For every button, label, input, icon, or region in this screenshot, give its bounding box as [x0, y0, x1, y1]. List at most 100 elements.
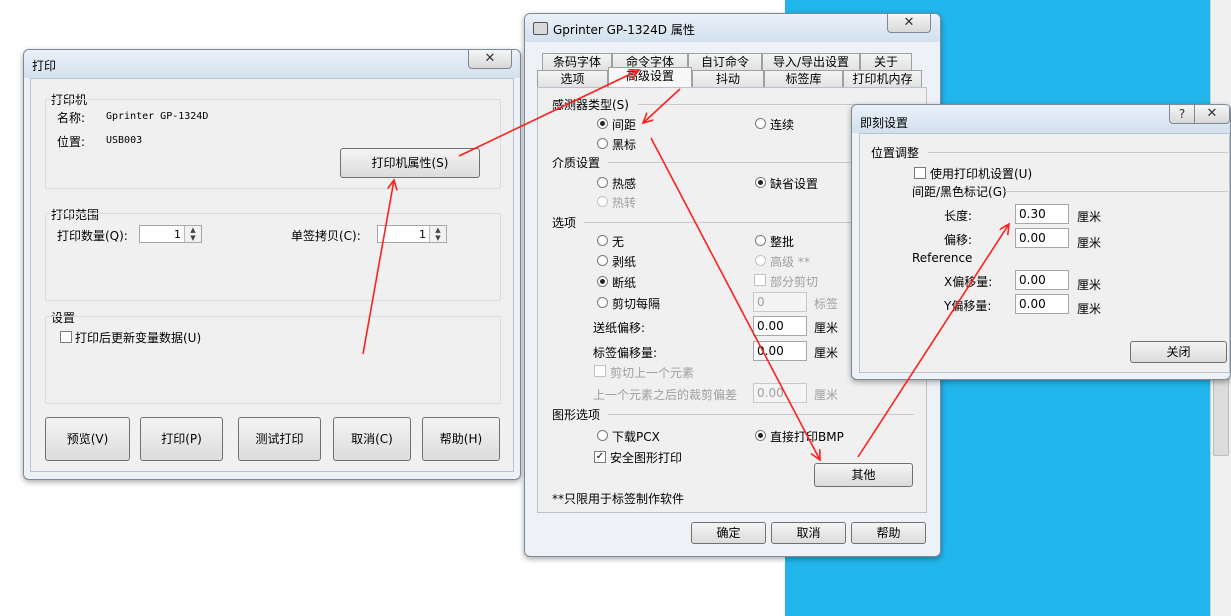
- opt-batch-radio[interactable]: [755, 235, 766, 246]
- x-offset-input[interactable]: 0.00: [1015, 270, 1069, 290]
- position-group-line: [928, 152, 1228, 153]
- close-button[interactable]: 关闭: [1130, 341, 1227, 363]
- tab-import-export[interactable]: 导入/导出设置: [762, 53, 860, 70]
- properties-dialog-title: Gprinter GP-1324D 属性: [553, 23, 695, 37]
- test-print-button[interactable]: 测试打印: [238, 417, 321, 461]
- media-thermal-radio[interactable]: [597, 177, 608, 188]
- sensor-gap-radio[interactable]: [597, 118, 608, 129]
- cancel-button[interactable]: 取消: [771, 522, 846, 544]
- footnote: **只限用于标签制作软件: [552, 492, 685, 506]
- feed-offset-input[interactable]: 0.00: [753, 316, 807, 336]
- print-dialog-title: 打印: [32, 59, 57, 73]
- opt-cut-every-label[interactable]: 剪切每隔: [612, 295, 660, 312]
- sensor-continuous-label[interactable]: 连续: [770, 116, 794, 133]
- label-offset-input[interactable]: 0.00: [753, 341, 807, 361]
- close-icon[interactable]: ✕: [468, 50, 512, 69]
- offset-unit: 厘米: [1077, 236, 1102, 250]
- y-offset-input[interactable]: 0.00: [1015, 294, 1069, 314]
- copies-value: 1: [419, 228, 426, 241]
- offset-input[interactable]: 0.00: [1015, 228, 1069, 248]
- offset-label: 偏移:: [944, 233, 973, 247]
- y-offset-unit: 厘米: [1077, 302, 1102, 316]
- other-button[interactable]: 其他: [814, 463, 913, 487]
- cut-prev-label: 剪切上一个元素: [610, 366, 695, 380]
- immediate-settings-dialog: 即刻设置 ? ✕ 位置调整 使用打印机设置(U) 间距/黑色标记(G) 长度: …: [851, 104, 1231, 380]
- label-offset-label: 标签偏移量:: [593, 346, 658, 360]
- print-button[interactable]: 打印(P): [140, 417, 223, 461]
- media-default-label[interactable]: 缺省设置: [770, 175, 818, 192]
- label-offset-unit: 厘米: [814, 346, 839, 360]
- gfx-bmp-radio[interactable]: [755, 430, 766, 441]
- opt-tear-label[interactable]: 断纸: [612, 274, 636, 291]
- cut-after-unit: 厘米: [814, 388, 839, 402]
- spinner-arrows-icon[interactable]: ▲ ▼: [184, 226, 201, 242]
- gfx-bmp-label[interactable]: 直接打印BMP: [770, 428, 844, 445]
- gap-group-label: 间距/黑色标记(G): [912, 185, 1007, 199]
- tab-label-library[interactable]: 标签库: [764, 70, 843, 87]
- tab-printer-memory[interactable]: 打印机内存: [843, 70, 922, 87]
- sensor-black-mark-label[interactable]: 黑标: [612, 136, 636, 153]
- opt-batch-label[interactable]: 整批: [770, 233, 794, 250]
- use-printer-settings-label[interactable]: 使用打印机设置(U): [930, 165, 1032, 182]
- opt-cut-every-radio[interactable]: [597, 297, 608, 308]
- use-printer-settings-checkbox[interactable]: [914, 167, 926, 179]
- x-offset-label: X偏移量:: [944, 275, 993, 289]
- tab-dither[interactable]: 抖动: [692, 70, 764, 87]
- length-input[interactable]: 0.30: [1015, 204, 1069, 224]
- tab-about[interactable]: 关于: [860, 53, 912, 70]
- media-thermal-label[interactable]: 热感: [612, 175, 636, 192]
- sensor-group-label: 感测器类型(S): [552, 98, 629, 112]
- position-group-label: 位置调整: [871, 146, 920, 160]
- options-group-label: 选项: [552, 216, 577, 230]
- tab-advanced-settings[interactable]: 高级设置: [608, 67, 692, 87]
- spinner-arrows-icon[interactable]: ▲ ▼: [429, 226, 446, 242]
- gfx-safe-checkbox[interactable]: ✓: [594, 451, 606, 463]
- immediate-settings-title: 即刻设置: [860, 116, 909, 130]
- opt-peel-radio[interactable]: [597, 255, 608, 266]
- printer-location-value: USB003: [106, 135, 143, 146]
- printer-properties-button[interactable]: 打印机属性(S): [340, 148, 480, 178]
- help-button[interactable]: 帮助: [851, 522, 926, 544]
- cancel-button[interactable]: 取消(C): [333, 417, 411, 461]
- tab-custom-command[interactable]: 自订命令: [688, 53, 762, 70]
- media-group-label: 介质设置: [552, 156, 601, 170]
- update-vars-label[interactable]: 打印后更新变量数据(U): [75, 329, 201, 346]
- reference-label: Reference: [912, 251, 973, 265]
- copies-stepper[interactable]: 1 ▲ ▼: [377, 225, 447, 243]
- sensor-black-mark-radio[interactable]: [597, 138, 608, 149]
- print-dialog-titlebar[interactable]: [24, 50, 520, 78]
- gfx-pcx-radio[interactable]: [597, 430, 608, 441]
- update-vars-checkbox[interactable]: [60, 331, 72, 343]
- sensor-continuous-radio[interactable]: [755, 118, 766, 129]
- media-transfer-radio: [597, 196, 608, 207]
- close-icon[interactable]: ✕: [887, 14, 931, 33]
- length-unit: 厘米: [1077, 210, 1102, 224]
- gap-group-line: [1005, 191, 1228, 192]
- close-icon[interactable]: ✕: [1194, 105, 1230, 124]
- printer-icon: [533, 22, 548, 35]
- sensor-gap-label[interactable]: 间距: [612, 116, 636, 133]
- graphics-group-label: 图形选项: [552, 408, 601, 422]
- gfx-pcx-label[interactable]: 下载PCX: [612, 428, 660, 445]
- gfx-safe-label[interactable]: 安全图形打印: [610, 449, 682, 466]
- help-icon[interactable]: ?: [1169, 105, 1195, 124]
- print-quantity-value: 1: [174, 228, 181, 241]
- opt-advanced-radio: [755, 255, 766, 266]
- opt-none-radio[interactable]: [597, 235, 608, 246]
- feed-offset-unit: 厘米: [814, 321, 839, 335]
- media-default-radio[interactable]: [755, 177, 766, 188]
- opt-none-label[interactable]: 无: [612, 233, 624, 250]
- help-button[interactable]: 帮助(H): [422, 417, 500, 461]
- opt-tear-radio[interactable]: [597, 276, 608, 287]
- tab-options[interactable]: 选项: [537, 70, 608, 87]
- cut-after-input: 0.00: [753, 383, 807, 403]
- opt-partial-cut-label: 部分剪切: [770, 275, 819, 289]
- tab-barcode-font[interactable]: 条码字体: [542, 53, 612, 70]
- printer-location-label: 位置:: [57, 135, 86, 149]
- ok-button[interactable]: 确定: [691, 522, 766, 544]
- print-quantity-stepper[interactable]: 1 ▲ ▼: [139, 225, 202, 243]
- preview-button[interactable]: 预览(V): [45, 417, 130, 461]
- opt-peel-label[interactable]: 剥纸: [612, 253, 636, 270]
- print-quantity-label: 打印数量(Q):: [57, 229, 128, 243]
- print-dialog-body: 打印机 名称: Gprinter GP-1324D 位置: USB003 打印机…: [30, 78, 514, 472]
